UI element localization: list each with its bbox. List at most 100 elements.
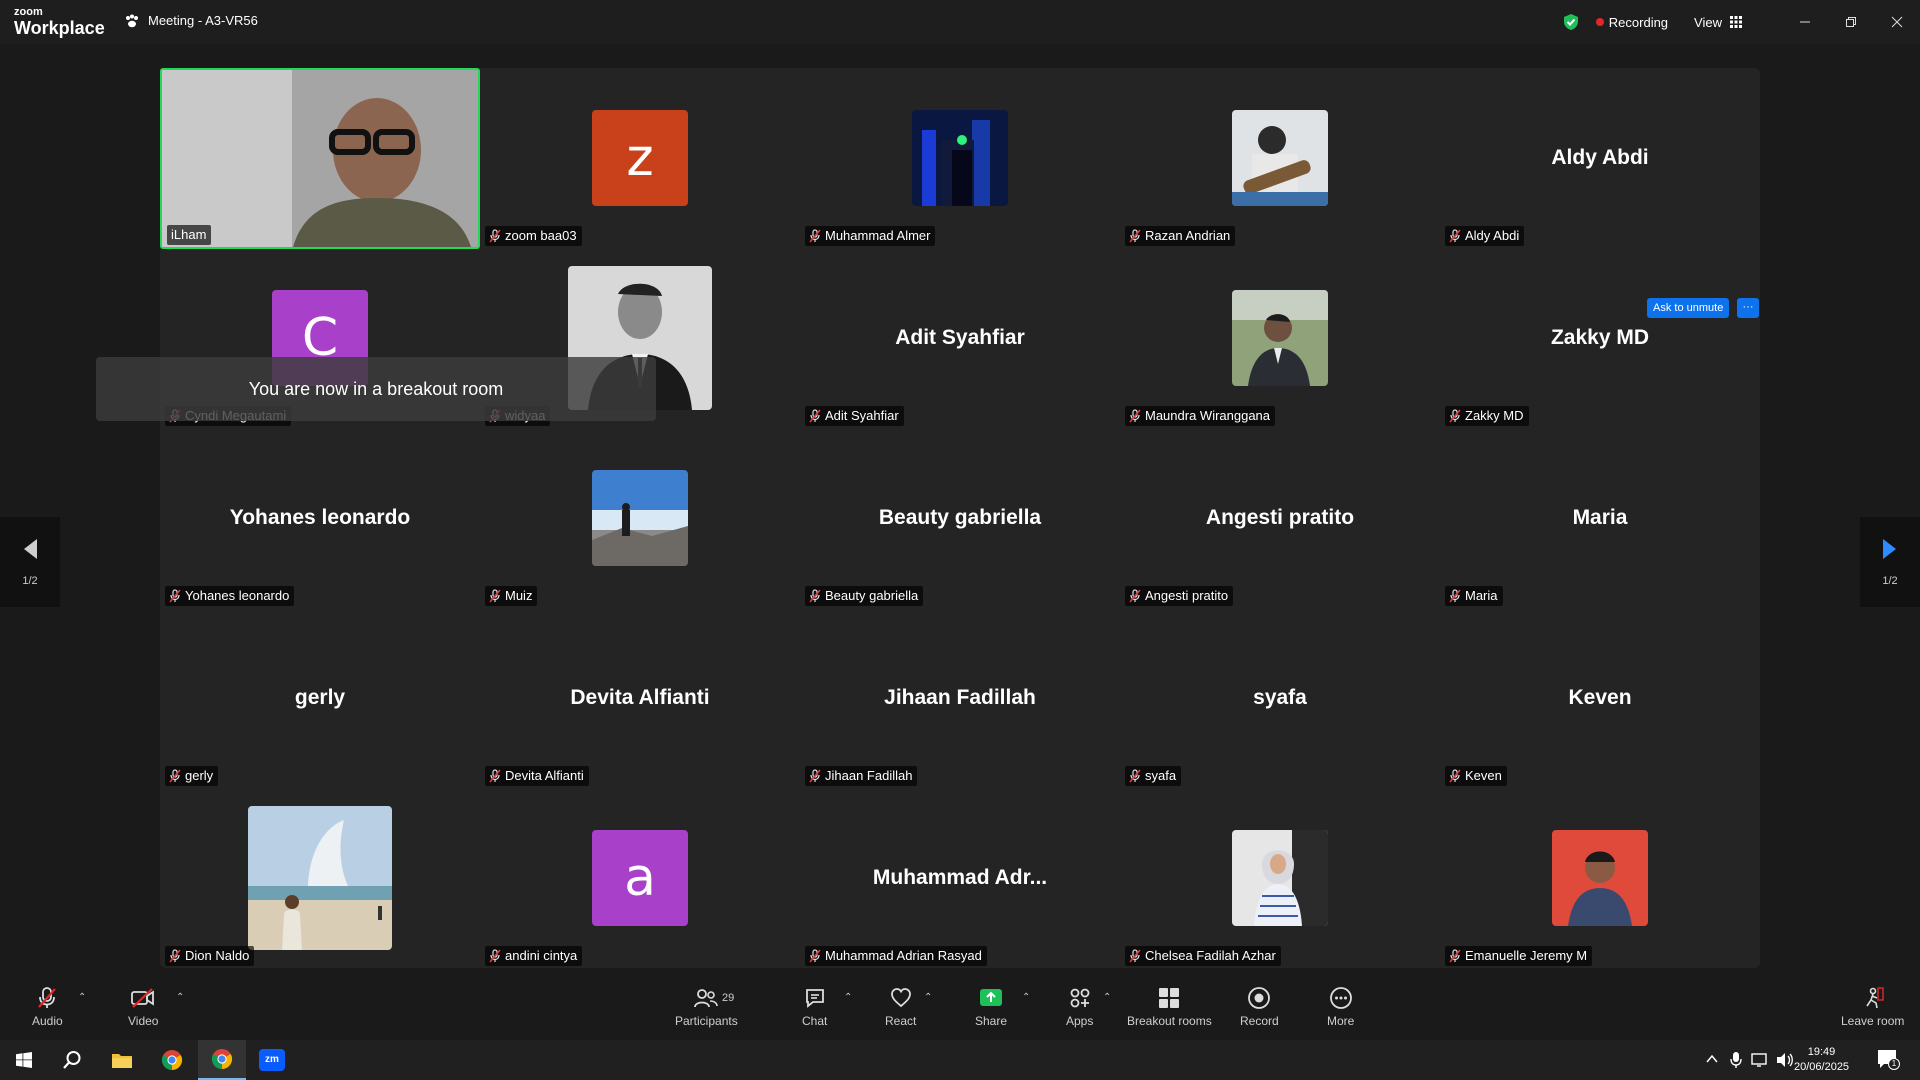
breakout-rooms-icon [1159, 988, 1180, 1008]
participant-tile[interactable]: Razan Andrian [1120, 68, 1440, 248]
avatar: z [592, 110, 688, 206]
participant-tile[interactable]: iLham [160, 68, 480, 249]
participant-name-label: Devita Alfianti [485, 766, 589, 786]
prev-page-button[interactable]: 1/2 [0, 517, 60, 607]
participant-tile[interactable]: syafa syafa [1120, 608, 1440, 788]
participant-name-label: Chelsea Fadilah Azhar [1125, 946, 1281, 966]
mic-muted-icon [809, 229, 821, 243]
participant-display-name: Keven [1568, 686, 1632, 709]
participant-name: Adit Syahfiar [825, 408, 899, 423]
video-button[interactable]: Video [128, 986, 158, 1028]
volume-icon[interactable] [1776, 1052, 1794, 1068]
audio-button[interactable]: Audio [32, 986, 63, 1028]
participant-tile[interactable]: Muhammad Adr... Muhammad Adrian Rasyad [800, 788, 1120, 968]
zoom-logo: zoom Workplace [14, 7, 105, 38]
next-page-button[interactable]: 1/2 [1860, 517, 1920, 607]
participant-name-label: syafa [1125, 766, 1182, 786]
more-button[interactable]: More [1327, 986, 1354, 1028]
notification-center-button[interactable]: 1 [1876, 1048, 1900, 1072]
recording-indicator[interactable]: Recording [1595, 14, 1669, 30]
participant-tile[interactable]: Zakky MD Zakky MD [1440, 248, 1760, 428]
avatar: a [592, 830, 688, 926]
breakout-rooms-button[interactable]: Breakout rooms [1127, 986, 1212, 1028]
leave-room-button[interactable]: Leave room [1841, 986, 1904, 1028]
participant-display-name: Angesti pratito [1205, 506, 1355, 529]
react-button[interactable]: React [885, 986, 916, 1028]
audio-caret-icon[interactable]: ⌃ [78, 992, 86, 1003]
ask-to-unmute-button[interactable]: Ask to unmute [1647, 298, 1730, 318]
participant-tile[interactable]: gerly gerly [160, 608, 480, 788]
participant-tile[interactable]: Beauty gabriella Beauty gabriella [800, 428, 1120, 608]
avatar [248, 806, 392, 950]
apps-button[interactable]: Apps [1066, 986, 1093, 1028]
participant-tile[interactable]: Emanuelle Jeremy M [1440, 788, 1760, 968]
share-button[interactable]: Share [975, 986, 1007, 1028]
participant-tile[interactable]: Yohanes leonardo Yohanes leonardo [160, 428, 480, 608]
participant-display-name: Adit Syahfiar [895, 326, 1025, 349]
participant-tile[interactable]: Aldy Abdi Aldy Abdi [1440, 68, 1760, 248]
meeting-title[interactable]: Meeting - A3-VR56 [124, 13, 258, 28]
file-explorer-button[interactable] [98, 1040, 146, 1080]
close-button[interactable] [1874, 0, 1920, 44]
breakout-toast: You are now in a breakout room [96, 357, 656, 421]
video-caret-icon[interactable]: ⌃ [176, 992, 184, 1003]
logo-bottom: Workplace [14, 18, 105, 38]
participant-tile[interactable]: Maria Maria [1440, 428, 1760, 608]
participant-tile[interactable]: a andini cintya [480, 788, 800, 968]
arrow-right-icon [1883, 539, 1896, 559]
participant-tile[interactable]: Jihaan Fadillah Jihaan Fadillah [800, 608, 1120, 788]
paw-icon [126, 14, 138, 27]
arrow-left-icon [24, 539, 37, 559]
chat-button[interactable]: Chat [802, 986, 827, 1028]
leave-room-icon [1866, 987, 1884, 1009]
video-off-icon [131, 988, 155, 1008]
mic-muted-icon [38, 987, 57, 1008]
participant-display-name: Jihaan Fadillah [884, 686, 1036, 709]
participant-tile[interactable]: Angesti pratito Angesti pratito [1120, 428, 1440, 608]
taskbar-clock[interactable]: 19:49 20/06/2025 [1794, 1045, 1849, 1075]
microphone-tray-icon[interactable] [1730, 1051, 1742, 1069]
participant-tile[interactable]: Devita Alfianti Devita Alfianti [480, 608, 800, 788]
participant-tile[interactable]: z zoom baa03 [480, 68, 800, 248]
mic-muted-icon [809, 769, 821, 783]
recording-label: Recording [1608, 14, 1669, 30]
participant-name: Maundra Wiranggana [1145, 408, 1271, 423]
security-shield-icon[interactable] [1562, 13, 1580, 31]
tile-more-button[interactable]: ··· [1737, 298, 1759, 318]
minimize-button[interactable] [1782, 0, 1828, 44]
page-indicator-left: 1/2 [22, 575, 38, 587]
participant-name: Dion Naldo [185, 948, 250, 963]
mic-muted-icon [809, 409, 821, 423]
breakout-rooms-label: Breakout rooms [1127, 1014, 1212, 1028]
react-caret-icon[interactable]: ⌃ [924, 992, 932, 1003]
record-icon [1248, 987, 1271, 1009]
participant-tile[interactable]: Maundra Wiranggana [1120, 248, 1440, 428]
chrome-active-button[interactable] [198, 1040, 246, 1080]
apps-caret-icon[interactable]: ⌃ [1103, 992, 1111, 1003]
restore-button[interactable] [1828, 0, 1874, 44]
zoom-taskbar-button[interactable]: zm [248, 1040, 296, 1080]
chat-icon [805, 989, 824, 1008]
participant-tile[interactable]: Muhammad Almer [800, 68, 1120, 248]
video-label: Video [128, 1014, 159, 1028]
mic-muted-icon [489, 949, 501, 963]
record-button[interactable]: Record [1240, 986, 1279, 1028]
view-button[interactable]: View [1694, 15, 1742, 30]
audio-label: Audio [32, 1014, 63, 1028]
participant-tile[interactable]: Chelsea Fadilah Azhar [1120, 788, 1440, 968]
chat-caret-icon[interactable]: ⌃ [844, 992, 852, 1003]
participant-tile[interactable]: Dion Naldo [160, 788, 480, 968]
chrome-button[interactable] [148, 1040, 196, 1080]
network-icon[interactable] [1751, 1052, 1769, 1068]
participant-tile[interactable]: Adit Syahfiar Adit Syahfiar [800, 248, 1120, 428]
mic-muted-icon [169, 589, 181, 603]
participant-name-label: Angesti pratito [1125, 586, 1234, 606]
participant-tile[interactable]: Keven Keven [1440, 608, 1760, 788]
mic-muted-icon [1129, 769, 1141, 783]
start-button[interactable] [0, 1040, 48, 1080]
meeting-toolbar: Audio ⌃ Video ⌃ Participants 29 Chat ⌃ R… [0, 980, 1920, 1040]
participant-tile[interactable]: Muiz [480, 428, 800, 608]
show-hidden-icons-icon[interactable] [1706, 1054, 1718, 1064]
search-taskbar-button[interactable] [48, 1040, 96, 1080]
share-caret-icon[interactable]: ⌃ [1022, 992, 1030, 1003]
